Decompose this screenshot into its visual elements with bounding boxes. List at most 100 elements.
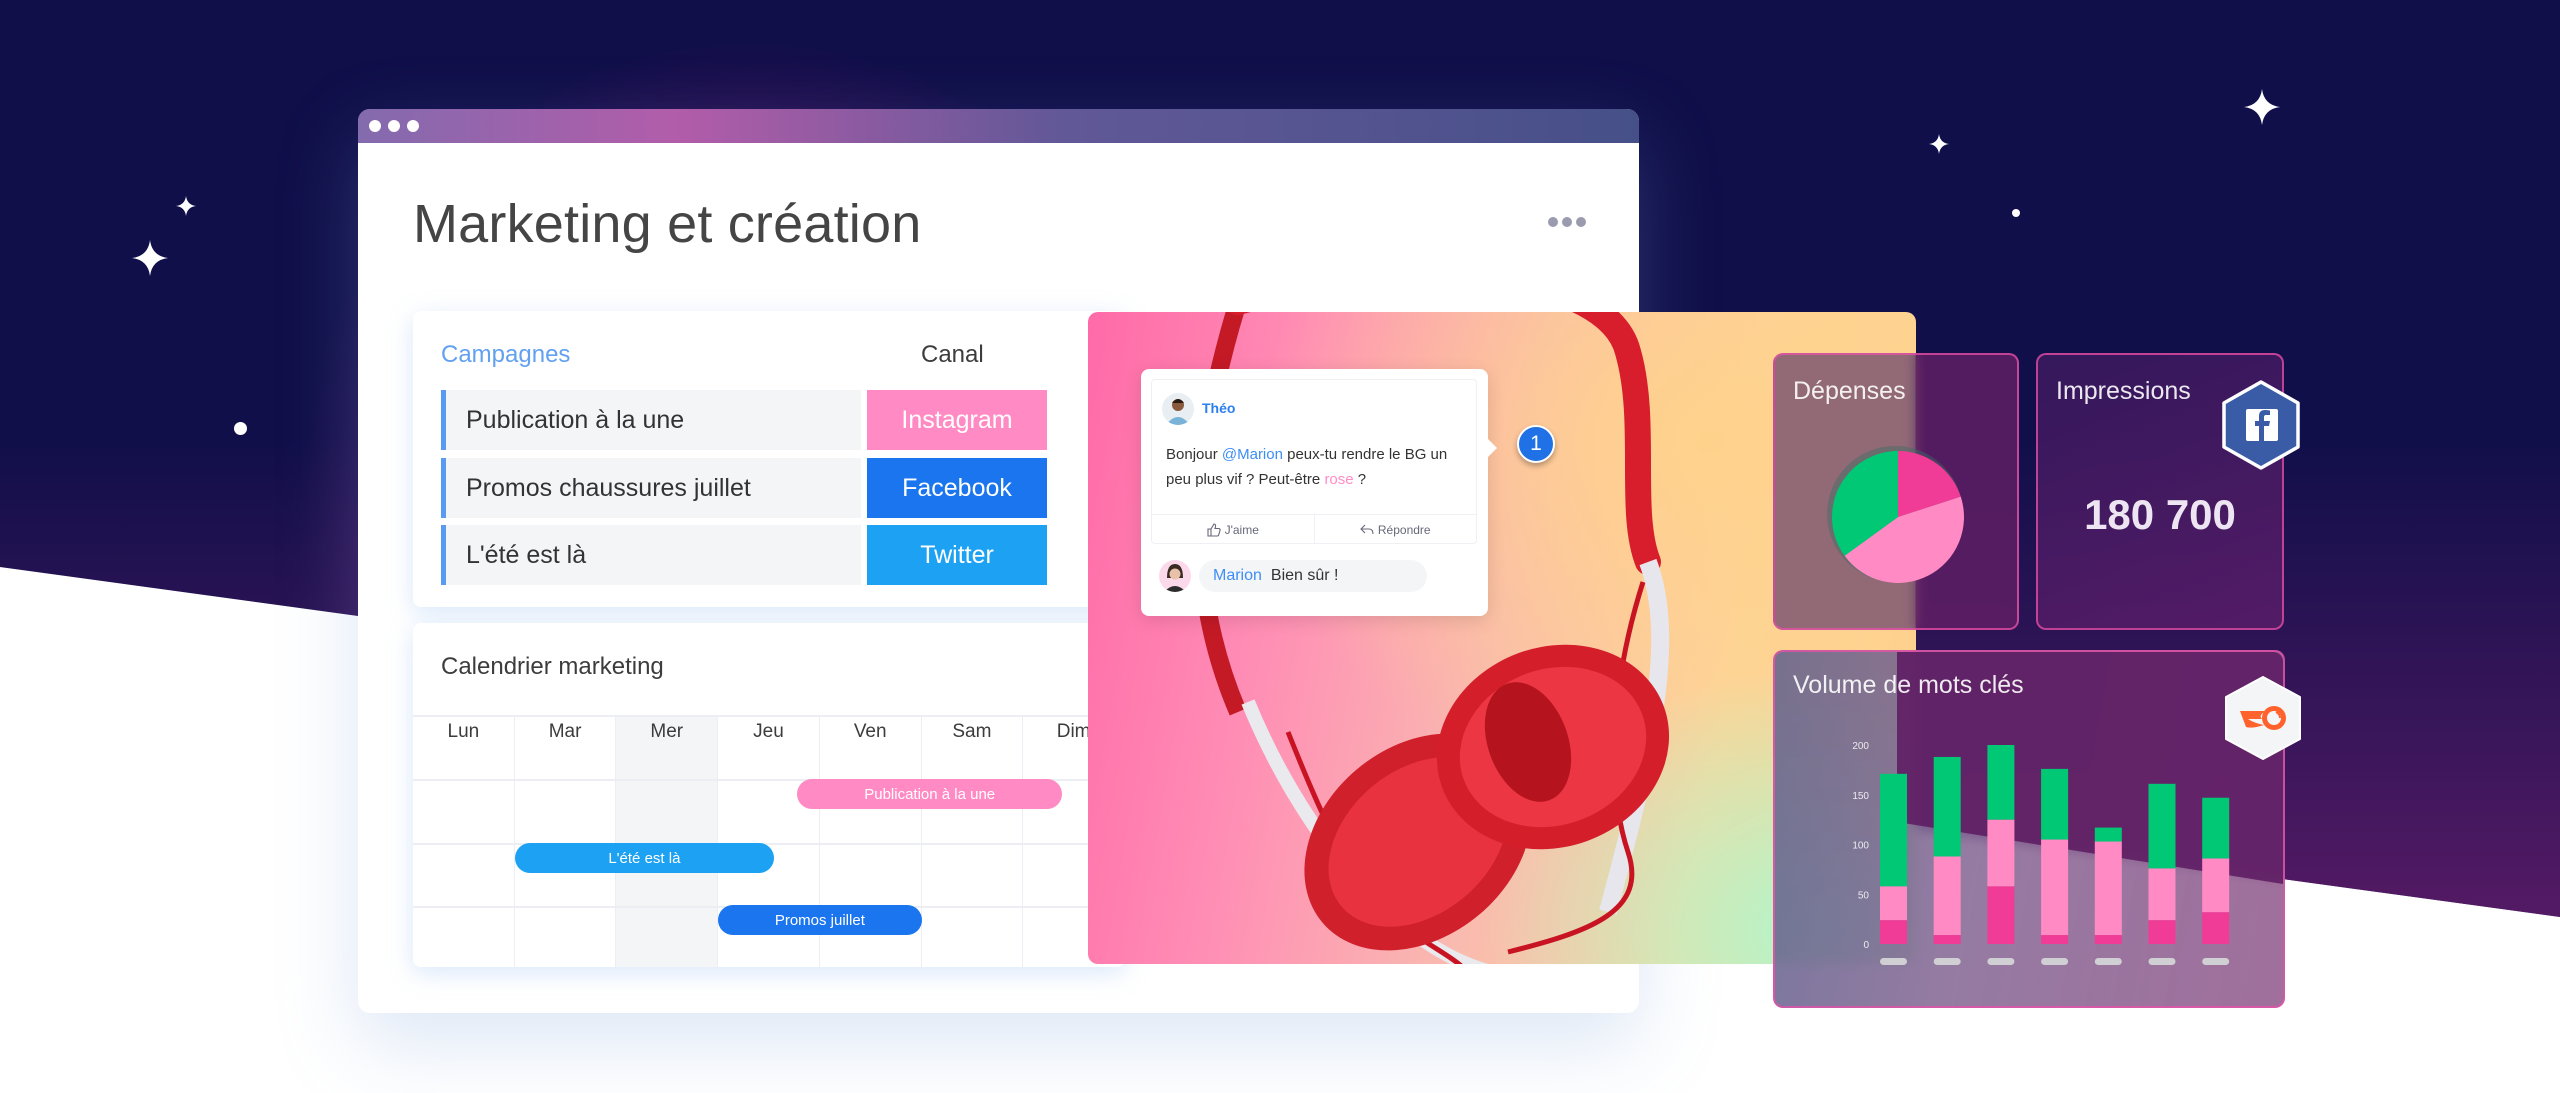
y-tick-label: 0: [1863, 940, 1869, 951]
avatar-theo[interactable]: [1162, 393, 1194, 425]
campaign-name-cell[interactable]: Publication à la une: [441, 390, 861, 450]
x-tick-placeholder: [1933, 958, 1961, 965]
comment-popup: Théo Bonjour @Marion peux-tu rendre le B…: [1141, 369, 1497, 616]
bar-segment[interactable]: [1987, 819, 2015, 887]
bar-segment[interactable]: [2202, 858, 2230, 913]
x-tick-placeholder: [2041, 958, 2069, 965]
comment-actions: J'aime Répondre: [1152, 514, 1476, 544]
reply-text: Bien sûr !: [1270, 567, 1339, 584]
more-dot: [1562, 217, 1572, 227]
avatar-marion[interactable]: [1159, 560, 1191, 592]
y-tick-label: 150: [1852, 791, 1869, 802]
bar-segment[interactable]: [1880, 920, 1907, 944]
reply-arrow-icon: [1360, 524, 1374, 534]
calendar-title: Calendrier marketing: [441, 653, 664, 680]
impressions-value: 180 700: [2084, 491, 2236, 538]
bar-segment[interactable]: [2148, 868, 2176, 921]
depenses-pie-chart: [1827, 446, 1964, 583]
bar-segment[interactable]: [2041, 935, 2069, 944]
more-horizontal-icon: [1548, 217, 1558, 227]
calendar-day-label: Sam: [952, 721, 992, 742]
campaign-name-cell[interactable]: Promos chaussures juillet: [441, 458, 861, 518]
canal-status-cell[interactable]: Twitter: [867, 525, 1047, 585]
thumbs-up-icon: [1207, 522, 1221, 537]
bar-segment[interactable]: [2148, 783, 2176, 869]
comment-text-part: ?: [1353, 471, 1367, 488]
bar-segment[interactable]: [1933, 756, 1961, 857]
calendar-event[interactable]: Publication à la une: [797, 779, 1062, 809]
column-header-campaigns[interactable]: Campagnes: [441, 341, 570, 369]
keyword-volume-card: Volume de mots clés 0 50 100 150 200: [1773, 650, 2285, 1008]
bar-segment[interactable]: [2202, 797, 2230, 859]
comment-text-part: Bonjour: [1166, 446, 1222, 463]
window-dot-icon[interactable]: [369, 120, 381, 132]
calendar-row-divider: [413, 843, 1125, 845]
sparkle-icon: [2244, 89, 2280, 125]
calendar-day-label: Mer: [650, 721, 684, 742]
calendar-day-column[interactable]: Sam: [922, 717, 1024, 967]
y-tick-label: 200: [1852, 741, 1869, 752]
calendar-day-column[interactable]: Mer: [616, 717, 719, 967]
notification-badge[interactable]: 1: [1517, 425, 1555, 463]
more-dot: [1576, 217, 1586, 227]
bar-segment[interactable]: [1933, 856, 1961, 936]
like-button[interactable]: J'aime: [1152, 515, 1314, 544]
reply-author[interactable]: Marion: [1213, 567, 1262, 585]
bar-segment[interactable]: [2094, 935, 2122, 944]
x-tick-placeholder: [2094, 958, 2122, 965]
comment-text: Bonjour @Marion peux-tu rendre le BG un …: [1166, 442, 1471, 492]
reply-label: Répondre: [1377, 522, 1431, 537]
calendar-day-column[interactable]: Lun: [413, 717, 515, 967]
bar-segment[interactable]: [2041, 768, 2069, 840]
campaign-name-cell[interactable]: L'été est là: [441, 525, 861, 585]
bar-segment[interactable]: [2094, 841, 2122, 936]
table-row[interactable]: Publication à la une Instagram: [441, 390, 1047, 450]
comment-post: Théo Bonjour @Marion peux-tu rendre le B…: [1151, 379, 1477, 544]
calendar-event[interactable]: Promos juillet: [718, 905, 922, 935]
y-tick-label: 50: [1858, 890, 1870, 901]
semrush-icon: [2222, 675, 2304, 766]
window-titlebar: [358, 109, 1639, 143]
bar-segment[interactable]: [2094, 827, 2122, 842]
y-tick-label: 100: [1852, 841, 1869, 852]
comment-author[interactable]: Théo: [1202, 400, 1235, 416]
table-row[interactable]: Promos chaussures juillet Facebook: [441, 458, 1047, 518]
x-tick-placeholder: [1987, 958, 2015, 965]
reply-bubble: Marion Bien sûr !: [1199, 560, 1427, 592]
facebook-icon: [2220, 379, 2302, 476]
bar-segment[interactable]: [1880, 773, 1907, 887]
bar-segment[interactable]: [2202, 912, 2230, 944]
column-header-canal[interactable]: Canal: [921, 341, 984, 369]
depenses-card: Dépenses: [1773, 353, 2019, 630]
campaigns-table: Campagnes Canal Publication à la une Ins…: [413, 311, 1125, 607]
bar-segment[interactable]: [2041, 839, 2069, 936]
keyword-volume-bar-chart: 0 50 100 150 200: [1852, 741, 2230, 965]
x-tick-placeholder: [1880, 958, 1907, 965]
calendar-event[interactable]: L'été est là: [514, 843, 775, 873]
window-dot-icon[interactable]: [388, 120, 400, 132]
calendar-grid: Lun Mar Mer Jeu Ven Sam Dim Publication à la un…: [413, 715, 1125, 967]
calendar-day-label: Mar: [548, 721, 582, 742]
x-tick-placeholder: [2148, 958, 2176, 965]
canal-status-cell[interactable]: Facebook: [867, 458, 1047, 518]
bar-segment[interactable]: [1880, 886, 1907, 921]
star-dot: [234, 422, 247, 435]
calendar-day-label: Lun: [447, 721, 480, 742]
marketing-calendar: Calendrier marketing Lun Mar Mer Jeu Ven Sam D…: [413, 623, 1125, 967]
bar-segment[interactable]: [2148, 920, 2176, 944]
table-row[interactable]: L'été est là Twitter: [441, 525, 1047, 585]
more-options-button[interactable]: [1548, 217, 1586, 227]
bar-segment[interactable]: [1933, 935, 1961, 944]
bar-segment[interactable]: [1987, 886, 2015, 944]
sparkle-icon: [132, 240, 168, 276]
window-dot-icon[interactable]: [407, 120, 419, 132]
calendar-day-label: Ven: [853, 721, 887, 742]
canal-status-cell[interactable]: Instagram: [867, 390, 1047, 450]
reply-button[interactable]: Répondre: [1313, 515, 1477, 544]
x-tick-placeholder: [2202, 958, 2230, 965]
mention-link[interactable]: @Marion: [1222, 446, 1283, 463]
calendar-day-column[interactable]: Mar: [515, 717, 617, 967]
calendar-day-label: Jeu: [753, 721, 784, 742]
bar-segment[interactable]: [1987, 745, 2015, 820]
highlight-word: rose: [1324, 471, 1354, 488]
